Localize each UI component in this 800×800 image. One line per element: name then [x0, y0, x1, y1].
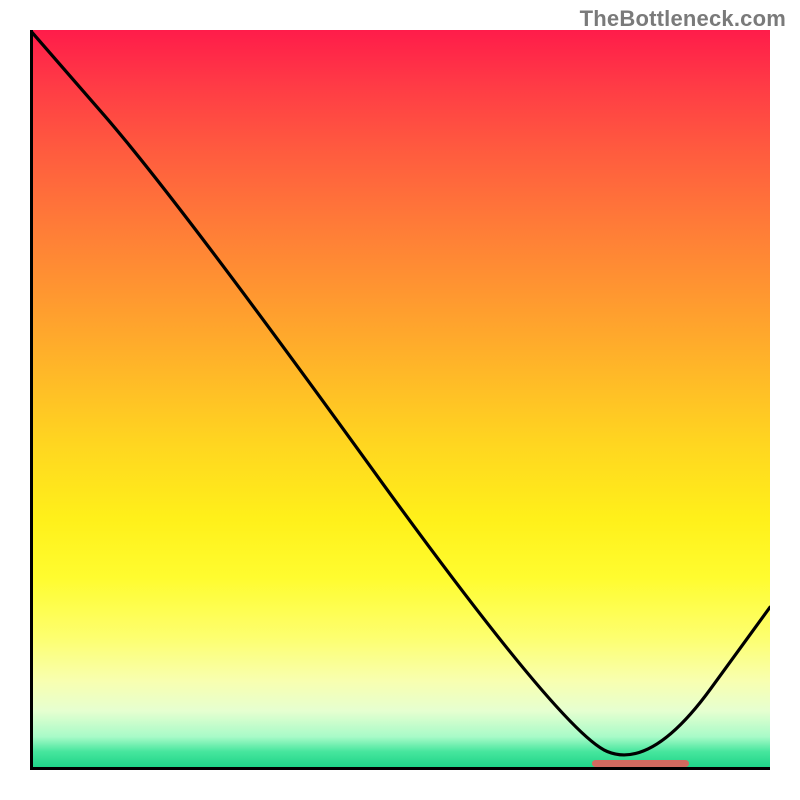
curve-svg [30, 30, 770, 770]
optimum-marker [592, 760, 688, 767]
plot-area [30, 30, 770, 770]
chart-container: TheBottleneck.com [0, 0, 800, 800]
curve-path [30, 30, 770, 755]
watermark-text: TheBottleneck.com [580, 6, 786, 32]
